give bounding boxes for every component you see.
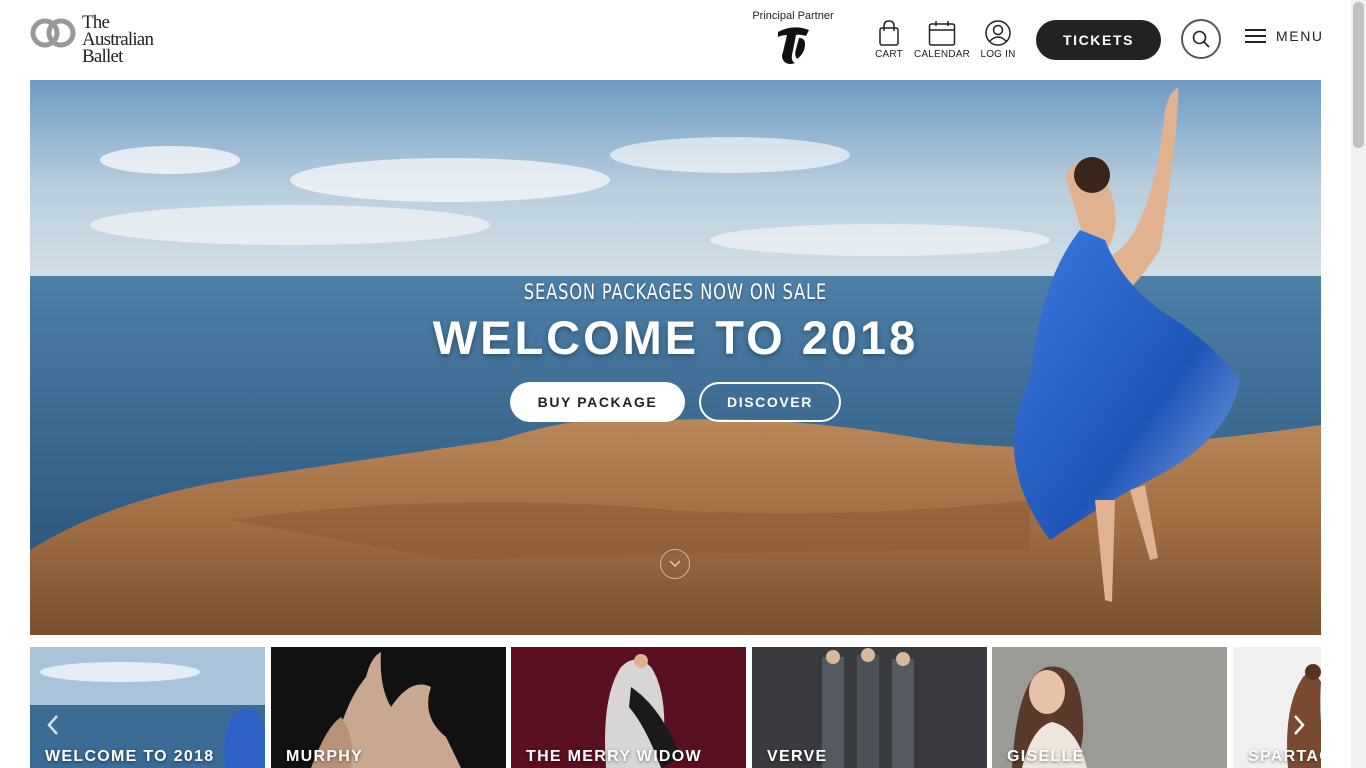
calendar-icon	[928, 21, 956, 46]
card-title: THE MERRY WIDOW	[526, 748, 702, 765]
hero-actions: BUY PACKAGE DISCOVER	[510, 382, 850, 422]
login-label: LOG IN	[980, 49, 1016, 60]
carousel-card-merry-widow[interactable]: THE MERRY WIDOW	[511, 647, 746, 768]
telstra-t-icon	[778, 27, 809, 64]
card-title: VERVE	[767, 748, 828, 765]
login-link[interactable]: LOG IN	[976, 20, 1020, 60]
discover-button[interactable]: DISCOVER	[699, 382, 841, 422]
user-icon	[985, 20, 1011, 46]
calendar-link[interactable]: CALENDAR	[910, 20, 974, 60]
scrollbar-thumb[interactable]	[1353, 2, 1364, 148]
card-title: SPARTACUS	[1248, 748, 1321, 765]
menu-label: MENU	[1276, 28, 1324, 44]
logo-rings-icon	[30, 18, 76, 48]
calendar-label: CALENDAR	[913, 49, 971, 60]
cart-label: CART	[875, 49, 903, 60]
chevron-down-icon	[669, 560, 681, 568]
hero-title: WELCOME TO 2018	[432, 311, 919, 364]
carousel-card-spartacus[interactable]: SPARTACUS	[1233, 647, 1321, 768]
principal-partner[interactable]: Principal Partner	[748, 10, 838, 65]
hero-copy: SEASON PACKAGES NOW ON SALE WELCOME TO 2…	[30, 280, 1321, 365]
card-title: GISELLE	[1007, 748, 1085, 765]
scroll-down-button[interactable]	[660, 549, 690, 579]
hamburger-icon	[1245, 29, 1266, 43]
carousel-card-welcome[interactable]: WELCOME TO 2018	[30, 647, 265, 768]
hero-banner: SEASON PACKAGES NOW ON SALE WELCOME TO 2…	[30, 80, 1321, 635]
page-scrollbar[interactable]	[1351, 0, 1366, 768]
partner-label: Principal Partner	[752, 10, 834, 22]
carousel-card-murphy[interactable]: MURPHY	[271, 647, 506, 768]
carousel-card-giselle[interactable]: GISELLE	[992, 647, 1227, 768]
card-title: MURPHY	[286, 748, 364, 765]
site-header: The Australian Ballet Principal Partner …	[0, 0, 1351, 80]
cart-link[interactable]: CART	[870, 20, 908, 60]
site-logo[interactable]: The Australian Ballet	[30, 13, 154, 67]
search-button[interactable]	[1181, 19, 1221, 59]
menu-button[interactable]: MENU	[1245, 28, 1324, 44]
tickets-button[interactable]: TICKETS	[1036, 20, 1161, 60]
production-carousel: WELCOME TO 2018 MURPHY THE MERRY WIDOW V…	[30, 647, 1321, 768]
buy-package-button[interactable]: BUY PACKAGE	[510, 382, 685, 422]
card-title: WELCOME TO 2018	[45, 748, 215, 765]
logo-line-3: Ballet	[82, 46, 123, 67]
hero-eyebrow: SEASON PACKAGES NOW ON SALE	[523, 280, 828, 304]
carousel-card-verve[interactable]: VERVE	[752, 647, 987, 768]
chevron-left-icon[interactable]	[46, 714, 60, 736]
shopping-bag-icon	[879, 20, 899, 46]
search-icon	[1192, 30, 1210, 48]
logo-wordmark: The Australian Ballet	[82, 13, 154, 67]
chevron-right-icon[interactable]	[1292, 714, 1306, 736]
